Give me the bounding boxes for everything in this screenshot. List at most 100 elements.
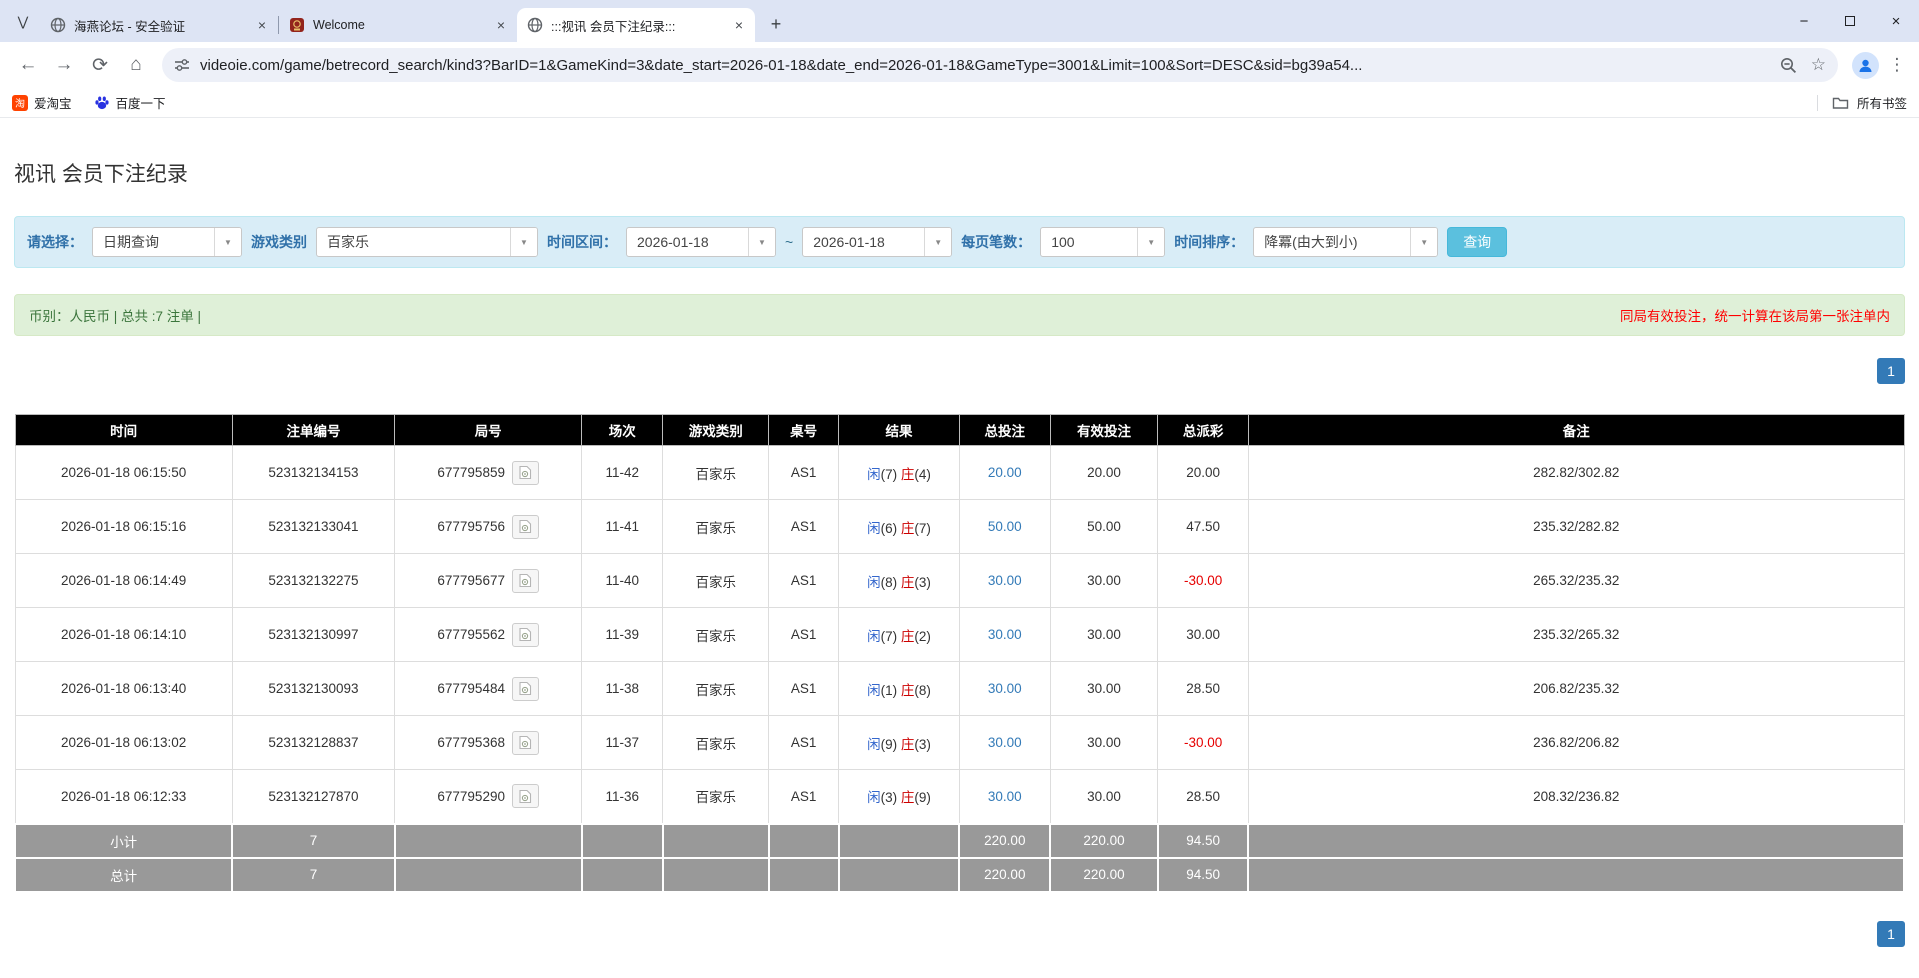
result-player: 闲(3) <box>867 790 897 805</box>
game-kind-select[interactable]: 百家乐 ▼ <box>316 227 538 257</box>
round-id-text: 677795677 <box>437 573 505 588</box>
cell-payout: 30.00 <box>1158 608 1249 662</box>
select-type-label: 请选择： <box>27 232 83 252</box>
result-player: 闲(7) <box>867 629 897 644</box>
chevron-down-icon: ▼ <box>510 228 537 256</box>
tab-search-chevron-icon[interactable]: ⋁ <box>8 7 38 37</box>
summary-row: 总计7220.00220.0094.50 <box>15 858 1904 892</box>
total-bet-link[interactable]: 30.00 <box>988 627 1022 642</box>
cell-result: 闲(3) 庄(9) <box>839 770 960 824</box>
minimize-button[interactable]: − <box>1781 0 1827 42</box>
summary-empty <box>663 858 769 892</box>
browser-menu-icon[interactable]: ⋮ <box>1885 55 1909 75</box>
cell-game-kind: 百家乐 <box>663 662 769 716</box>
cell-table-no: AS1 <box>769 554 839 608</box>
cell-round-id: 677795562 <box>395 608 582 662</box>
summary-empty <box>663 824 769 858</box>
video-replay-icon[interactable] <box>512 461 539 485</box>
date-end-select[interactable]: 2026-01-18 ▼ <box>802 227 952 257</box>
summary-row: 小计7220.00220.0094.50 <box>15 824 1904 858</box>
video-replay-icon[interactable] <box>512 623 539 647</box>
cell-note: 206.82/235.32 <box>1248 662 1904 716</box>
summary-label: 总计 <box>15 858 232 892</box>
cell-payout: 20.00 <box>1158 446 1249 500</box>
total-bet-link[interactable]: 30.00 <box>988 573 1022 588</box>
summary-empty <box>1248 824 1904 858</box>
cell-bet-id: 523132130997 <box>232 608 394 662</box>
site-settings-icon[interactable] <box>174 57 190 73</box>
bookmark-star-icon[interactable]: ☆ <box>1811 55 1826 75</box>
cell-game-kind: 百家乐 <box>663 446 769 500</box>
bookmark-taobao[interactable]: 淘 爱淘宝 <box>12 93 72 112</box>
column-header: 总派彩 <box>1158 415 1249 446</box>
address-bar[interactable]: videoie.com/game/betrecord_search/kind3?… <box>162 48 1838 82</box>
date-start-select[interactable]: 2026-01-18 ▼ <box>626 227 776 257</box>
round-id-text: 677795484 <box>437 681 505 696</box>
summary-label: 小计 <box>15 824 232 858</box>
cell-valid-bet: 50.00 <box>1050 500 1158 554</box>
page-title: 视讯 会员下注纪录 <box>14 158 1905 188</box>
page-size-select[interactable]: 100 ▼ <box>1040 227 1165 257</box>
all-bookmarks[interactable]: 所有书签 <box>1817 93 1907 112</box>
tab-1[interactable]: 海燕论坛 - 安全验证 × <box>40 8 278 42</box>
tab-close-icon[interactable]: × <box>254 17 270 33</box>
total-bet-link[interactable]: 50.00 <box>988 519 1022 534</box>
globe-icon <box>527 17 543 33</box>
summary-count: 7 <box>232 824 394 858</box>
bookmark-baidu[interactable]: 百度一下 <box>94 93 166 112</box>
reload-icon[interactable]: ⟳ <box>85 50 115 80</box>
bookmark-label: 爱淘宝 <box>34 93 72 112</box>
page-1-button[interactable]: 1 <box>1877 921 1905 947</box>
page-1-button[interactable]: 1 <box>1877 358 1905 384</box>
cell-round-id: 677795756 <box>395 500 582 554</box>
tab-close-icon[interactable]: × <box>493 17 509 33</box>
filter-panel: 请选择： 日期查询 ▼ 游戏类别 百家乐 ▼ 时间区间： 2026-01-18 … <box>14 216 1905 268</box>
tab-3-active[interactable]: :::视讯 会员下注纪录::: × <box>517 8 755 42</box>
close-button[interactable]: × <box>1873 0 1919 42</box>
cell-bet-id: 523132127870 <box>232 770 394 824</box>
table-row: 2026-01-18 06:14:49523132132275677795677… <box>15 554 1904 608</box>
folder-icon <box>1832 95 1849 110</box>
tab-2[interactable]: Welcome × <box>279 8 517 42</box>
total-bet-link[interactable]: 20.00 <box>988 465 1022 480</box>
back-icon[interactable]: ← <box>13 50 43 80</box>
tab-close-icon[interactable]: × <box>731 17 747 33</box>
page-size-value: 100 <box>1041 234 1137 250</box>
url-text[interactable]: videoie.com/game/betrecord_search/kind3?… <box>200 57 1770 74</box>
cell-bet-id: 523132133041 <box>232 500 394 554</box>
total-bet-link[interactable]: 30.00 <box>988 681 1022 696</box>
cell-table-no: AS1 <box>769 608 839 662</box>
profile-avatar[interactable] <box>1852 52 1879 79</box>
cell-game-kind: 百家乐 <box>663 500 769 554</box>
home-icon[interactable]: ⌂ <box>121 50 151 80</box>
new-tab-button[interactable]: + <box>763 11 789 37</box>
zoom-icon[interactable] <box>1780 57 1797 74</box>
table-row: 2026-01-18 06:12:33523132127870677795290… <box>15 770 1904 824</box>
video-replay-icon[interactable] <box>512 784 539 808</box>
round-id-wrap: 677795562 <box>437 623 539 647</box>
result-banker: 庄(7) <box>901 521 931 536</box>
cell-session: 11-38 <box>582 662 663 716</box>
cell-payout: -30.00 <box>1158 554 1249 608</box>
cell-note: 208.32/236.82 <box>1248 770 1904 824</box>
video-replay-icon[interactable] <box>512 515 539 539</box>
page-content: 视讯 会员下注纪录 请选择： 日期查询 ▼ 游戏类别 百家乐 ▼ 时间区间： 2… <box>0 158 1919 947</box>
search-button[interactable]: 查询 <box>1447 227 1507 257</box>
column-header: 游戏类别 <box>663 415 769 446</box>
date-end-value: 2026-01-18 <box>803 234 924 250</box>
total-bet-link[interactable]: 30.00 <box>988 789 1022 804</box>
forward-icon[interactable]: → <box>49 50 79 80</box>
pagination-bottom: 1 <box>14 921 1905 947</box>
query-type-select[interactable]: 日期查询 ▼ <box>92 227 242 257</box>
video-replay-icon[interactable] <box>512 731 539 755</box>
video-replay-icon[interactable] <box>512 569 539 593</box>
cell-session: 11-39 <box>582 608 663 662</box>
video-replay-icon[interactable] <box>512 677 539 701</box>
sort-select[interactable]: 降冪(由大到小) ▼ <box>1253 227 1438 257</box>
browser-toolbar: ← → ⟳ ⌂ videoie.com/game/betrecord_searc… <box>0 42 1919 88</box>
query-type-value: 日期查询 <box>93 232 214 252</box>
maximize-button[interactable] <box>1827 0 1873 42</box>
game-kind-label: 游戏类别 <box>251 232 307 252</box>
total-bet-link[interactable]: 30.00 <box>988 735 1022 750</box>
cell-table-no: AS1 <box>769 716 839 770</box>
